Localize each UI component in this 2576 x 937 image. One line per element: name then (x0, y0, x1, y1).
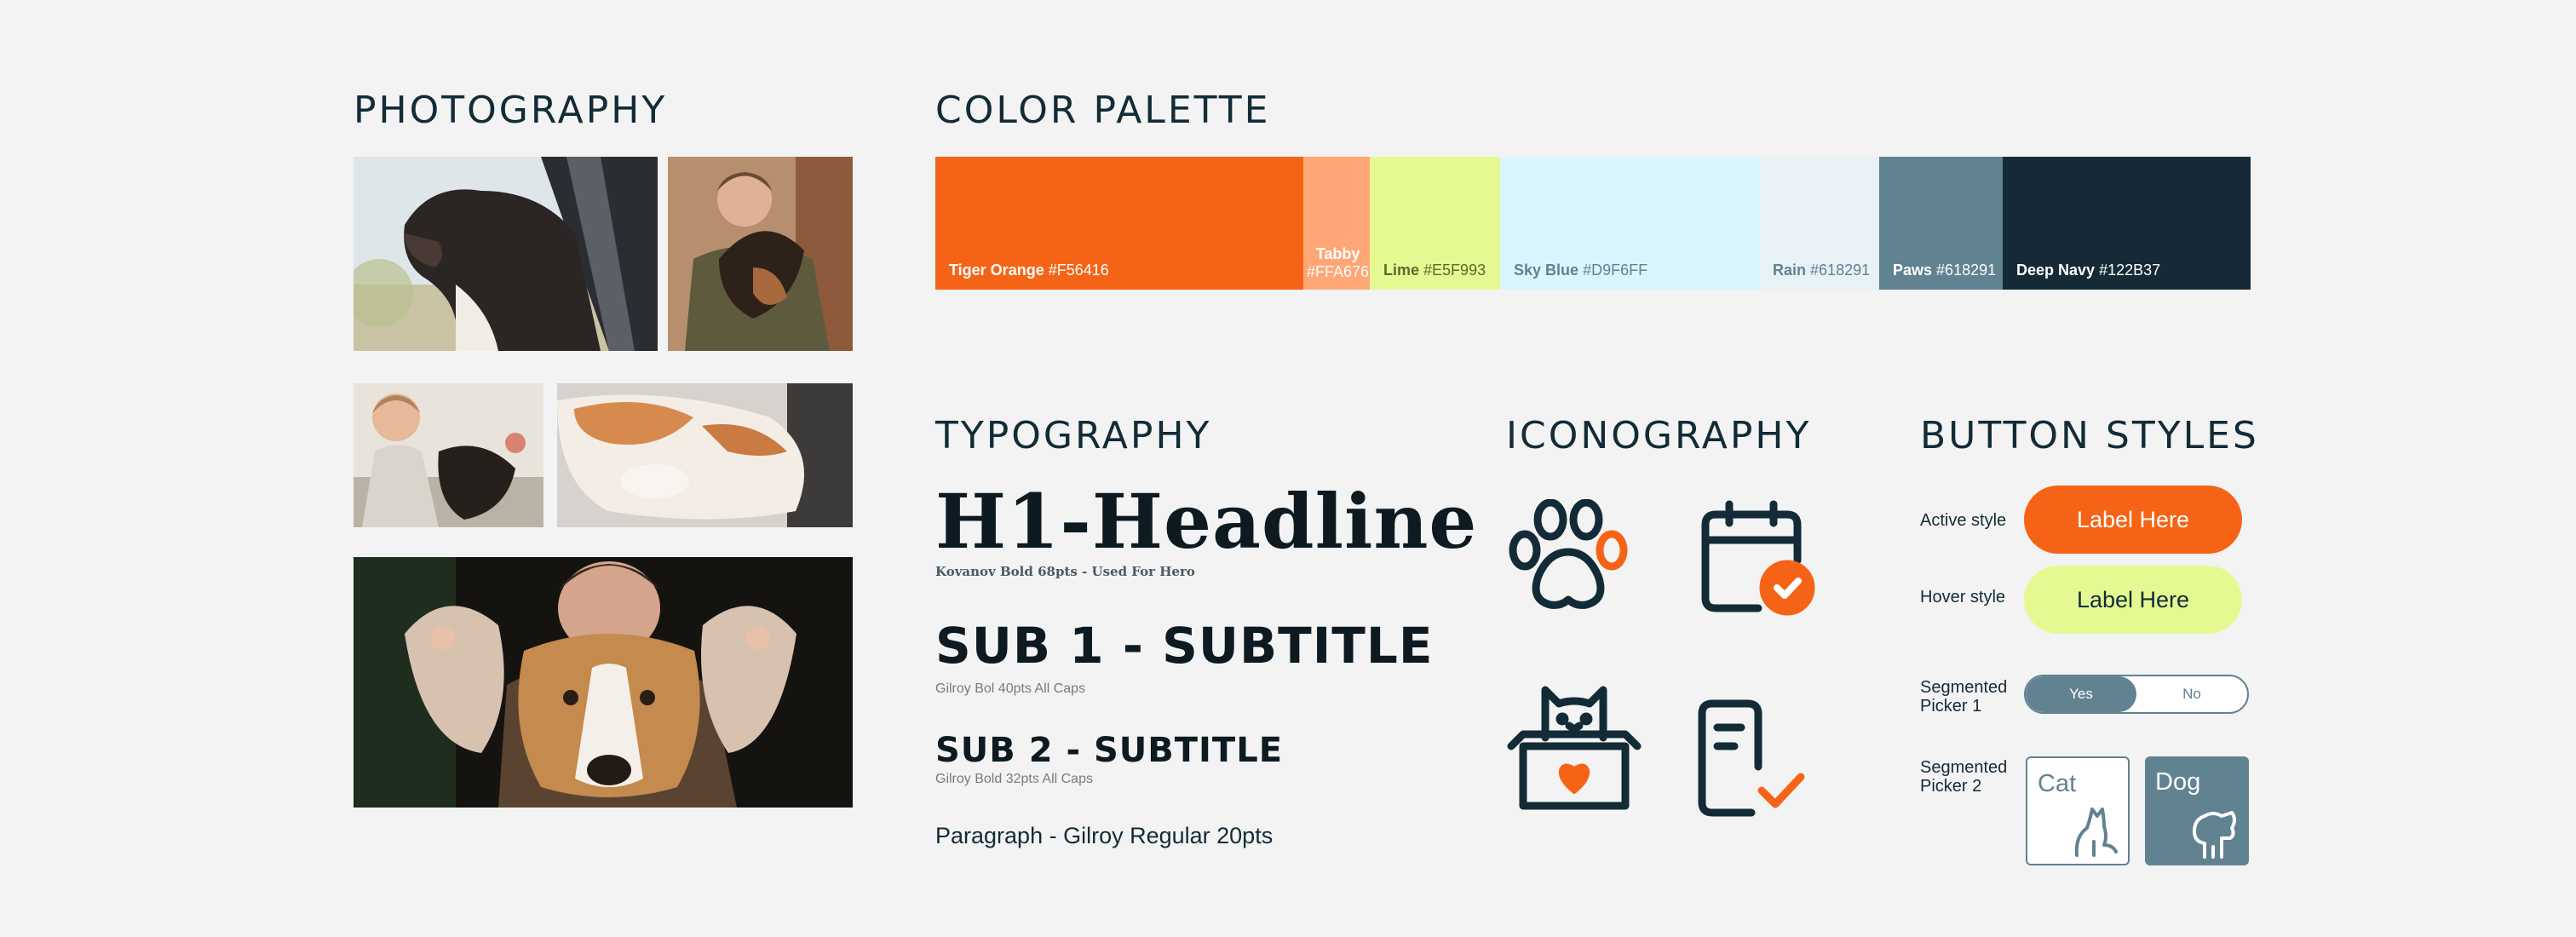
swatch-rain: Rain #618291 (1759, 157, 1879, 290)
swatch-deep-navy: Deep Navy #122B37 (2003, 157, 2251, 290)
document-check-icon (1695, 698, 1806, 818)
swatch-label: Tabby #FFA676 (1307, 245, 1370, 280)
hover-style-button[interactable]: Label Here (2024, 566, 2242, 634)
sub1-sample: SUB 1 - SUBTITLE (935, 617, 1434, 675)
button-styles-title: BUTTON STYLES (1920, 414, 2259, 457)
active-style-button[interactable]: Label Here (2024, 486, 2242, 554)
h1-headline-sample: H1-Headline (935, 477, 1478, 566)
swatch-label: Sky Blue #D9F6FF (1514, 262, 1648, 279)
cat-silhouette-icon (2074, 808, 2118, 857)
iconography-title: ICONOGRAPHY (1506, 414, 1812, 457)
swatch-paws: Paws #618291 (1879, 157, 2003, 290)
segment-card-dog[interactable]: Dog (2145, 756, 2249, 865)
segmented-picker-1-label: Segmented Picker 1 (1920, 678, 2008, 716)
cat-adoption-box-icon (1506, 675, 1642, 813)
swatch-lime: Lime #E5F993 (1370, 157, 1500, 290)
photo-woman-with-beagle (354, 557, 853, 808)
photo-sleeping-cat (557, 383, 853, 527)
segmented-picker-1[interactable]: Yes No (2024, 675, 2249, 714)
swatch-tabby: Tabby #FFA676 (1303, 157, 1370, 290)
swatch-sky-blue: Sky Blue #D9F6FF (1500, 157, 1759, 290)
photo-man-with-dog (668, 157, 853, 351)
typography-title: TYPOGRAPHY (935, 414, 1212, 457)
sub2-font-note: Gilroy Bold 32pts All Caps (935, 772, 1093, 786)
sub2-sample: SUB 2 - SUBTITLE (935, 731, 1284, 770)
segmented-picker-2-label: Segmented Picker 2 (1920, 758, 2008, 796)
active-style-label: Active style (1920, 511, 2007, 530)
segment-card-cat[interactable]: Cat (2026, 756, 2130, 865)
segment-card-cat-label: Cat (2038, 770, 2077, 797)
swatch-tiger-orange: Tiger Orange #F56416 (935, 157, 1303, 290)
swatch-label: Paws #618291 (1893, 262, 1997, 279)
dog-silhouette-icon (2193, 811, 2236, 859)
swatch-label: Tiger Orange #F56416 (949, 262, 1109, 279)
swatch-label: Lime #E5F993 (1383, 262, 1486, 279)
photo-child-with-cat (354, 383, 543, 527)
hover-style-label: Hover style (1920, 588, 2006, 606)
calendar-check-icon (1699, 499, 1818, 618)
paragraph-sample: Paragraph - Gilroy Regular 20pts (935, 823, 1274, 848)
swatch-label: Rain #618291 (1773, 262, 1871, 279)
h1-font-note: Kovanov Bold 68pts - Used For Hero (935, 564, 1195, 579)
segment-card-dog-label: Dog (2155, 768, 2201, 796)
color-palette: Tiger Orange #F56416 Tabby #FFA676 Lime #… (935, 157, 2251, 290)
paw-icon (1506, 499, 1639, 613)
swatch-label: Deep Navy #122B37 (2016, 262, 2161, 279)
segment-no[interactable]: No (2136, 676, 2247, 712)
sub1-font-note: Gilroy Bol 40pts All Caps (935, 681, 1086, 696)
segment-yes[interactable]: Yes (2026, 676, 2136, 712)
color-palette-title: COLOR PALETTE (935, 89, 1271, 132)
photography-title: PHOTOGRAPHY (354, 89, 668, 132)
photo-dog-car-window (354, 157, 658, 351)
